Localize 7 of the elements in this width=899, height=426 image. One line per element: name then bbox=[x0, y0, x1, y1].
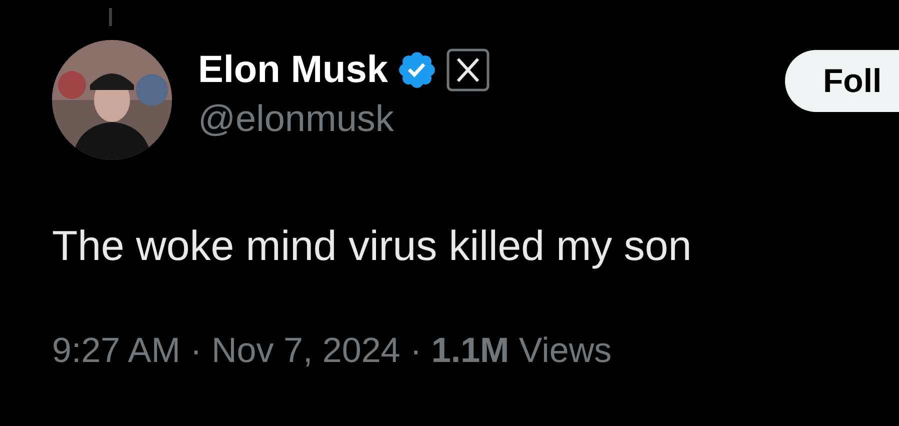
author-name[interactable]: Elon Musk bbox=[198, 46, 388, 94]
author-handle[interactable]: @elonmusk bbox=[198, 96, 490, 142]
x-square-icon bbox=[446, 48, 490, 92]
thread-line bbox=[109, 8, 112, 26]
post-text: The woke mind virus killed my son bbox=[51, 221, 693, 271]
follow-button[interactable]: Foll bbox=[785, 50, 899, 112]
post-meta: 9:27 AM · Nov 7, 2024 · 1.1M Views bbox=[51, 330, 613, 372]
